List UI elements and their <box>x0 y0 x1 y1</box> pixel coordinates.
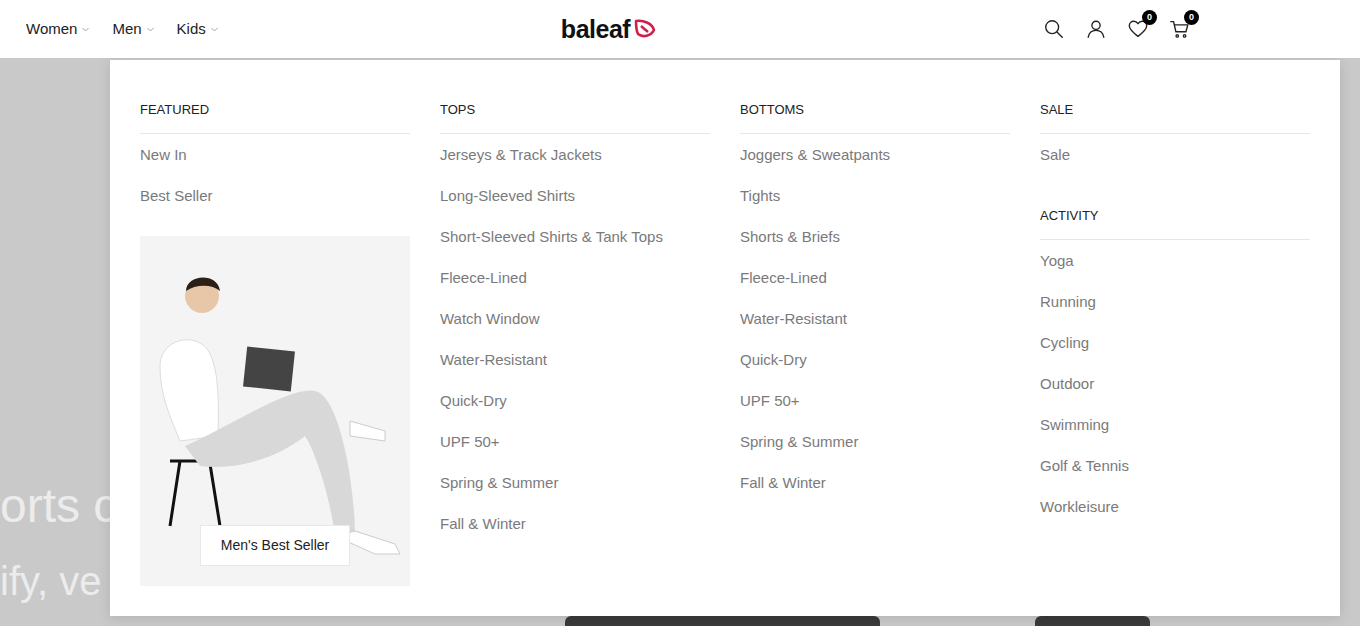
user-icon <box>1085 18 1107 40</box>
menu-item[interactable]: UPF 50+ <box>740 380 1010 421</box>
menu-item[interactable]: Fall & Winter <box>740 462 1010 503</box>
menu-item[interactable]: New In <box>140 134 410 175</box>
menu-column: TOPSJerseys & Track JacketsLong-Sleeved … <box>440 100 710 586</box>
cart-button[interactable]: 0 <box>1168 17 1192 41</box>
menu-item[interactable]: Spring & Summer <box>440 462 710 503</box>
menu-section: BOTTOMSJoggers & SweatpantsTightsShorts … <box>740 100 1010 503</box>
header-icons: 00 <box>657 17 1192 41</box>
chevron-down-icon <box>81 25 90 34</box>
search-button[interactable] <box>1042 17 1066 41</box>
logo[interactable]: baleaf <box>561 17 657 42</box>
nav-link[interactable]: Men <box>112 18 154 41</box>
section-heading: BOTTOMS <box>740 100 1010 134</box>
menu-item[interactable]: Fall & Winter <box>440 503 710 544</box>
menu-item[interactable]: Tights <box>740 175 1010 216</box>
account-button[interactable] <box>1084 17 1108 41</box>
menu-list: Sale <box>1040 134 1310 175</box>
nav-label[interactable]: Men <box>112 18 141 41</box>
site-header: WomenMenKidsbaleaf00 <box>0 0 1360 58</box>
menu-item[interactable]: Jerseys & Track Jackets <box>440 134 710 175</box>
menu-section: TOPSJerseys & Track JacketsLong-Sleeved … <box>440 100 710 544</box>
menu-item[interactable]: Cycling <box>1040 322 1310 363</box>
menu-item[interactable]: Running <box>1040 281 1310 322</box>
nav-link[interactable]: Women <box>26 18 90 41</box>
menu-item[interactable]: Fleece-Lined <box>740 257 1010 298</box>
menu-item[interactable]: Quick-Dry <box>740 339 1010 380</box>
menu-list: Joggers & SweatpantsTightsShorts & Brief… <box>740 134 1010 503</box>
section-heading: ACTIVITY <box>1040 206 1310 240</box>
chevron-down-icon <box>146 25 155 34</box>
menu-section: SALESale <box>1040 100 1310 175</box>
menu-item[interactable]: Long-Sleeved Shirts <box>440 175 710 216</box>
menu-column: FEATUREDNew InBest Seller Men's Best Sell… <box>140 100 410 586</box>
menu-item[interactable]: Golf & Tennis <box>1040 445 1310 486</box>
menu-item[interactable]: Outdoor <box>1040 363 1310 404</box>
count-badge: 0 <box>1184 10 1199 25</box>
section-heading: FEATURED <box>140 100 410 134</box>
menu-item[interactable]: Spring & Summer <box>740 421 1010 462</box>
section-heading: TOPS <box>440 100 710 134</box>
hero-photo <box>1035 616 1150 626</box>
hero-area: orts cify, veFEATUREDNew InBest SellerMe… <box>0 58 1360 626</box>
leaf-logo-icon <box>633 17 657 41</box>
nav-label[interactable]: Kids <box>177 18 206 41</box>
menu-item[interactable]: Watch Window <box>440 298 710 339</box>
menu-item[interactable]: Water-Resistant <box>440 339 710 380</box>
chevron-down-icon <box>210 25 219 34</box>
section-heading: SALE <box>1040 100 1310 134</box>
mega-menu: FEATUREDNew InBest Seller Men's Best Sell… <box>110 60 1340 616</box>
menu-section: ACTIVITYYogaRunningCyclingOutdoorSwimmin… <box>1040 206 1310 527</box>
menu-list: YogaRunningCyclingOutdoorSwimmingGolf & … <box>1040 240 1310 527</box>
nav-label[interactable]: Women <box>26 18 77 41</box>
main-nav: Women Men Kids <box>26 18 561 41</box>
menu-item[interactable]: Best Seller <box>140 175 410 216</box>
menu-list: New InBest Seller <box>140 134 410 216</box>
menu-item[interactable]: Short-Sleeved Shirts & Tank Tops <box>440 216 710 257</box>
nav-link[interactable]: Kids <box>177 18 219 41</box>
promo-image[interactable]: Men's Best Seller <box>140 236 410 586</box>
menu-column: SALESale ACTIVITYYogaRunningCyclingOutdoo… <box>1040 100 1310 586</box>
promo-button[interactable]: Men's Best Seller <box>200 525 350 566</box>
wishlist-button[interactable]: 0 <box>1126 17 1150 41</box>
search-icon <box>1043 18 1065 40</box>
count-badge: 0 <box>1142 10 1157 25</box>
menu-item[interactable]: Water-Resistant <box>740 298 1010 339</box>
hero-photo <box>565 616 880 626</box>
menu-item[interactable]: Swimming <box>1040 404 1310 445</box>
menu-item[interactable]: Quick-Dry <box>440 380 710 421</box>
menu-item[interactable]: UPF 50+ <box>440 421 710 462</box>
menu-item[interactable]: Workleisure <box>1040 486 1310 527</box>
menu-item[interactable]: Yoga <box>1040 240 1310 281</box>
menu-list: Jerseys & Track JacketsLong-Sleeved Shir… <box>440 134 710 544</box>
menu-item[interactable]: Joggers & Sweatpants <box>740 134 1010 175</box>
logo-text[interactable]: baleaf <box>561 17 630 42</box>
menu-item[interactable]: Sale <box>1040 134 1310 175</box>
menu-column: BOTTOMSJoggers & SweatpantsTightsShorts … <box>740 100 1010 586</box>
menu-item[interactable]: Fleece-Lined <box>440 257 710 298</box>
menu-section: FEATUREDNew InBest Seller <box>140 100 410 216</box>
menu-item[interactable]: Shorts & Briefs <box>740 216 1010 257</box>
